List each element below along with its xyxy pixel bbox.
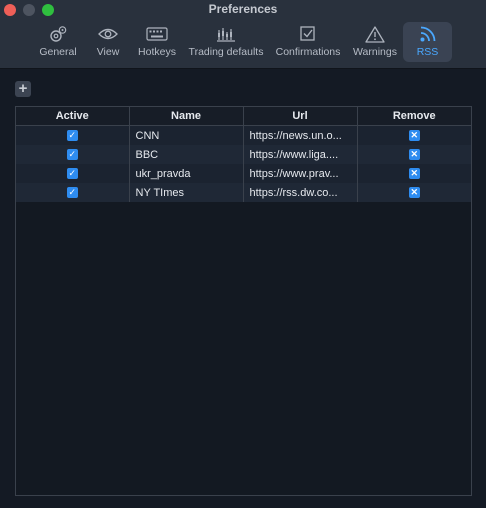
feed-name[interactable]: NY TImes [129,183,244,202]
remove-cell: ✕ [357,183,471,202]
tab-label: Warnings [353,46,397,58]
tab-trading-defaults[interactable]: Trading defaults [187,22,265,62]
active-cell: ✓ [16,164,130,183]
active-checkbox[interactable]: ✓ [66,149,78,161]
active-checkbox[interactable]: ✓ [66,130,78,142]
warning-icon [364,25,386,43]
tab-general[interactable]: General [35,22,81,62]
active-cell: ✓ [16,145,130,164]
table-row[interactable]: ✓ CNN https://news.un.o... ✕ [16,125,471,145]
titlebar: Preferences General View Hotkeys Trading… [0,0,486,69]
remove-cell: ✕ [357,125,471,145]
remove-icon[interactable]: ✕ [408,149,420,161]
active-cell: ✓ [16,125,130,145]
gears-icon [47,25,69,43]
feed-name[interactable]: CNN [129,125,244,145]
tab-label: View [96,46,120,58]
column-header-remove[interactable]: Remove [357,107,471,126]
tab-label: Hotkeys [138,46,176,58]
feed-url[interactable]: https://rss.dw.co... [243,183,358,202]
tab-confirmations[interactable]: Confirmations [274,22,342,62]
remove-icon[interactable]: ✕ [408,168,420,180]
keyboard-icon [146,25,168,43]
feed-url[interactable]: https://www.liga.... [243,145,358,164]
table-header-row: Active Name Url Remove [16,107,471,126]
tab-label: General [39,46,77,58]
active-checkbox[interactable]: ✓ [66,187,78,199]
table-row[interactable]: ✓ ukr_pravda https://www.prav... ✕ [16,164,471,183]
tab-label: Confirmations [275,46,341,58]
feed-name[interactable]: BBC [129,145,244,164]
remove-icon[interactable]: ✕ [408,187,420,199]
remove-icon[interactable]: ✕ [408,130,420,142]
tab-label: RSS [416,46,439,58]
column-header-active[interactable]: Active [16,107,130,126]
feed-name[interactable]: ukr_pravda [129,164,244,183]
table-row[interactable]: ✓ NY TImes https://rss.dw.co... ✕ [16,183,471,202]
preferences-window: Preferences General View Hotkeys Trading… [0,0,486,508]
tab-hotkeys[interactable]: Hotkeys [134,22,180,62]
window-title: Preferences [208,2,278,16]
tab-label: Trading defaults [188,46,264,58]
checkbox-icon [297,25,319,43]
tab-view[interactable]: View [92,22,124,62]
table-row[interactable]: ✓ BBC https://www.liga.... ✕ [16,145,471,164]
feed-url[interactable]: https://news.un.o... [243,125,358,145]
active-cell: ✓ [16,183,130,202]
remove-cell: ✕ [357,164,471,183]
eye-icon [97,25,119,43]
column-header-url[interactable]: Url [243,107,358,126]
feed-url[interactable]: https://www.prav... [243,164,358,183]
preferences-tabs: General View Hotkeys Trading defaults Co… [0,20,486,64]
tab-warnings[interactable]: Warnings [351,22,399,62]
column-header-name[interactable]: Name [129,107,244,126]
add-feed-button[interactable]: + [15,81,31,97]
tab-rss[interactable]: RSS [403,22,452,62]
rss-icon [417,25,439,43]
active-checkbox[interactable]: ✓ [66,168,78,180]
remove-cell: ✕ [357,145,471,164]
chart-bars-icon [215,25,237,43]
rss-feeds-table: Active Name Url Remove ✓ CNN https://new… [15,106,472,496]
